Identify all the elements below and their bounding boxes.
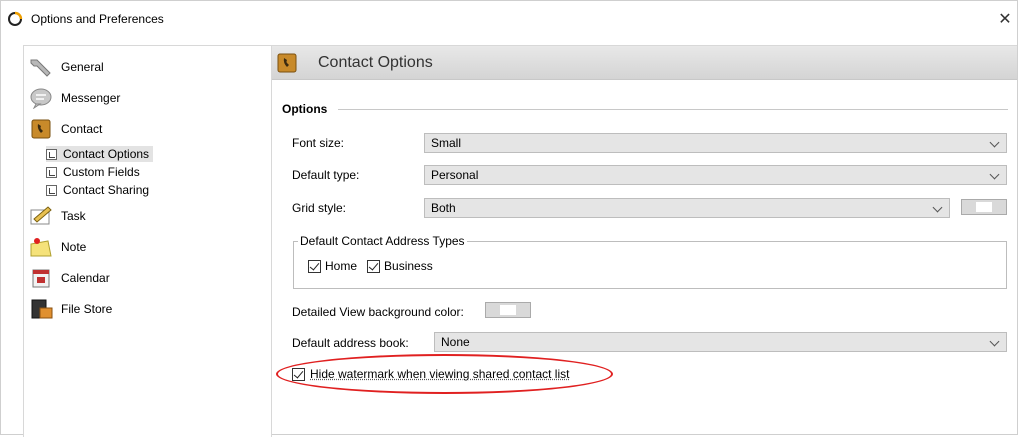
sidebar-subitem-label: Contact Options <box>63 147 150 161</box>
font-size-label: Font size: <box>292 136 345 150</box>
settings-page-icon <box>46 166 57 178</box>
address-types-legend: Default Contact Address Types <box>298 234 467 248</box>
contact-book-icon <box>27 117 55 141</box>
sidebar-item-label: Note <box>61 240 87 254</box>
options-dialog: Options and Preferences ✕ General Messen… <box>0 0 1018 437</box>
home-label: Home <box>325 259 358 273</box>
section-title: Options <box>282 102 334 116</box>
panel-title: Contact Options <box>318 54 433 71</box>
chevron-down-icon <box>989 137 1000 148</box>
default-type-dropdown[interactable]: Personal <box>424 165 1007 185</box>
wrench-icon <box>27 55 55 79</box>
detailed-view-color-picker[interactable] <box>485 302 531 318</box>
sidebar-item-contact[interactable]: Contact <box>27 116 102 142</box>
sidebar-subitem-contact-sharing[interactable]: Contact Sharing <box>46 182 153 198</box>
default-address-book-value: None <box>441 335 470 349</box>
panel-header: Contact Options <box>272 46 1017 80</box>
sidebar-item-note[interactable]: Note <box>27 234 86 260</box>
highlight-annotation <box>276 354 613 394</box>
default-address-book-label: Default address book: <box>292 336 409 350</box>
sidebar-item-label: Messenger <box>61 91 121 105</box>
chat-bubble-icon <box>27 86 55 110</box>
chevron-down-icon <box>932 202 943 213</box>
close-button[interactable]: ✕ <box>993 5 1017 33</box>
business-label: Business <box>384 259 433 273</box>
title-bar: Options and Preferences ✕ <box>1 1 1017 37</box>
sidebar-subitem-label: Custom Fields <box>63 165 140 179</box>
default-type-label: Default type: <box>292 168 360 182</box>
grid-style-dropdown[interactable]: Both <box>424 198 950 218</box>
close-icon: ✕ <box>998 11 1012 28</box>
sidebar-subitem-label: Contact Sharing <box>63 183 150 197</box>
default-type-value: Personal <box>431 168 479 182</box>
chevron-down-icon <box>989 169 1000 180</box>
window-title: Options and Preferences <box>31 12 164 26</box>
default-address-book-dropdown[interactable]: None <box>434 332 1007 352</box>
font-size-value: Small <box>431 136 462 150</box>
sidebar-item-messenger[interactable]: Messenger <box>27 85 120 111</box>
sidebar-subitem-contact-options[interactable]: Contact Options <box>46 146 154 162</box>
app-logo-icon <box>7 11 23 27</box>
detailed-view-color-sample <box>500 305 516 315</box>
chevron-down-icon <box>989 336 1000 347</box>
section-divider <box>338 109 1008 110</box>
sidebar-item-label: Contact <box>61 122 103 136</box>
detailed-view-color-label: Detailed View background color: <box>292 305 464 319</box>
settings-page-icon <box>46 148 57 160</box>
settings-page-icon <box>46 184 57 196</box>
note-pin-icon <box>27 235 55 259</box>
sidebar-item-general[interactable]: General <box>27 54 104 80</box>
task-pencil-icon <box>27 204 55 228</box>
font-size-dropdown[interactable]: Small <box>424 133 1007 153</box>
options-sidebar: General Messenger Contact Contact Option… <box>23 45 272 437</box>
calendar-icon <box>27 266 55 290</box>
sidebar-item-task[interactable]: Task <box>27 203 86 229</box>
grid-color-picker[interactable] <box>961 199 1007 215</box>
address-type-options: Home Business <box>308 259 433 273</box>
business-checkbox[interactable] <box>367 259 381 273</box>
home-checkbox[interactable] <box>308 259 321 273</box>
grid-color-sample <box>976 202 992 212</box>
sidebar-item-label: General <box>61 60 104 74</box>
address-types-group: Home Business <box>293 241 1007 289</box>
contact-book-icon <box>277 53 297 73</box>
file-store-icon <box>27 297 55 321</box>
sidebar-item-file-store[interactable]: File Store <box>27 296 112 322</box>
sidebar-subitem-custom-fields[interactable]: Custom Fields <box>46 164 144 180</box>
sidebar-item-calendar[interactable]: Calendar <box>27 265 110 291</box>
grid-style-label: Grid style: <box>292 201 347 215</box>
grid-style-value: Both <box>431 201 456 215</box>
sidebar-item-label: File Store <box>61 302 113 316</box>
sidebar-item-label: Calendar <box>61 271 110 285</box>
sidebar-item-label: Task <box>61 209 86 223</box>
